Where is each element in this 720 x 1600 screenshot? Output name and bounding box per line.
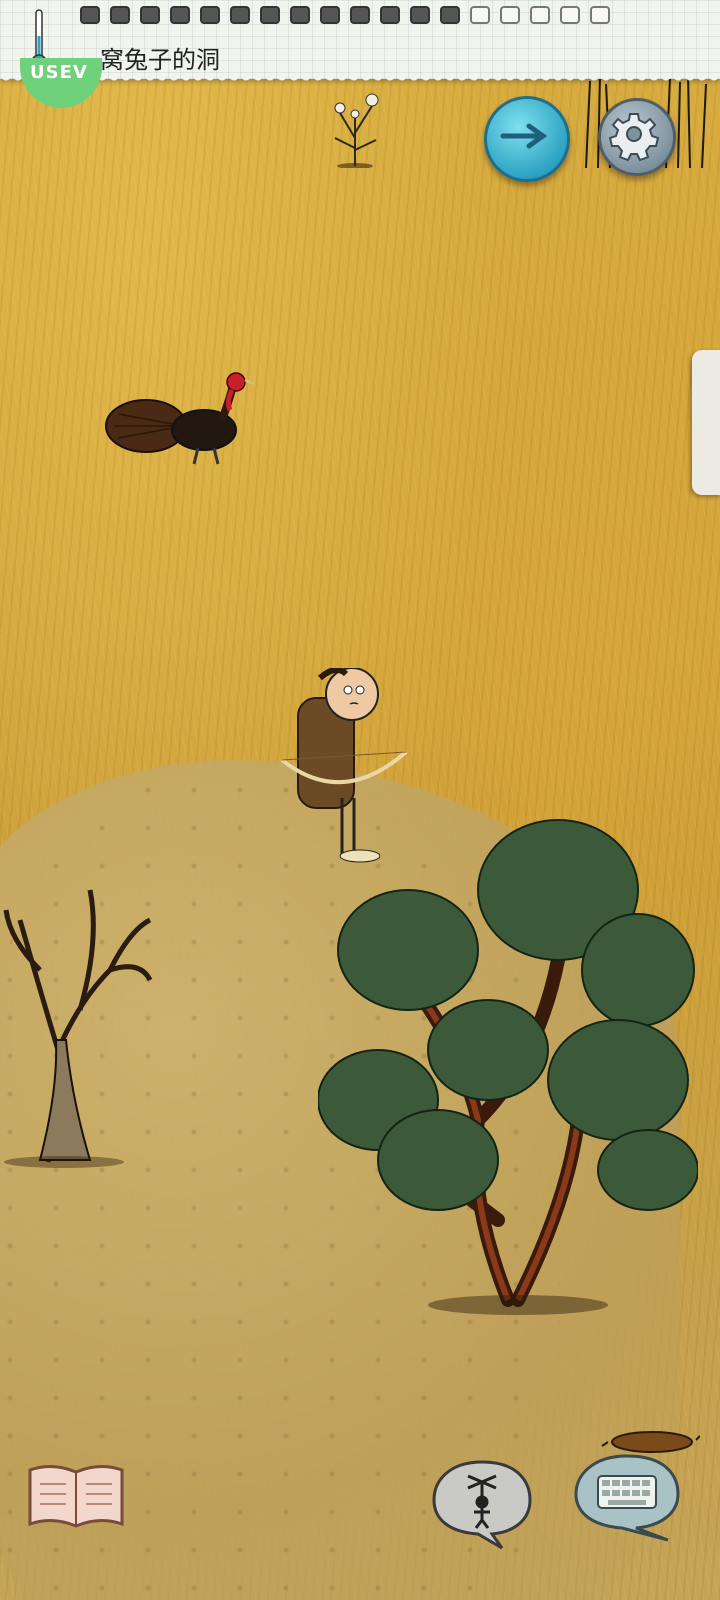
food-pip-filled (290, 6, 310, 24)
food-pip-filled (440, 6, 460, 24)
keyboard-chat-button[interactable] (572, 1452, 682, 1544)
settings-button[interactable] (598, 98, 676, 176)
compass-button[interactable] (484, 96, 570, 182)
emote-puppet-button[interactable] (430, 1458, 534, 1550)
dead-tree[interactable] (0, 850, 170, 1170)
food-pip-empty (530, 6, 550, 24)
arrow-right-icon (500, 123, 548, 149)
gear-icon (608, 113, 660, 162)
food-meter (80, 6, 610, 24)
side-drawer-tab[interactable] (692, 350, 720, 495)
food-pip-empty (500, 6, 520, 24)
food-pip-filled (80, 6, 100, 24)
food-pip-filled (380, 6, 400, 24)
flower-plant[interactable] (320, 78, 390, 168)
food-pip-filled (410, 6, 430, 24)
wild-turkey[interactable] (104, 368, 264, 468)
game-world[interactable]: 一窝兔子的洞 USEV (0, 0, 720, 1600)
food-pip-filled (200, 6, 220, 24)
badge-text: USEV (30, 62, 88, 83)
food-pip-empty (470, 6, 490, 24)
food-pip-filled (350, 6, 370, 24)
food-pip-empty (560, 6, 580, 24)
food-pip-filled (230, 6, 250, 24)
juniper-tree[interactable] (318, 800, 698, 1320)
food-pip-filled (260, 6, 280, 24)
temperature-badge: USEV (20, 58, 102, 108)
top-hud-bar: 一窝兔子的洞 (0, 0, 720, 82)
food-pip-filled (140, 6, 160, 24)
food-pip-filled (170, 6, 190, 24)
food-pip-empty (590, 6, 610, 24)
book-button[interactable] (26, 1460, 126, 1532)
food-pip-filled (320, 6, 340, 24)
food-pip-filled (110, 6, 130, 24)
